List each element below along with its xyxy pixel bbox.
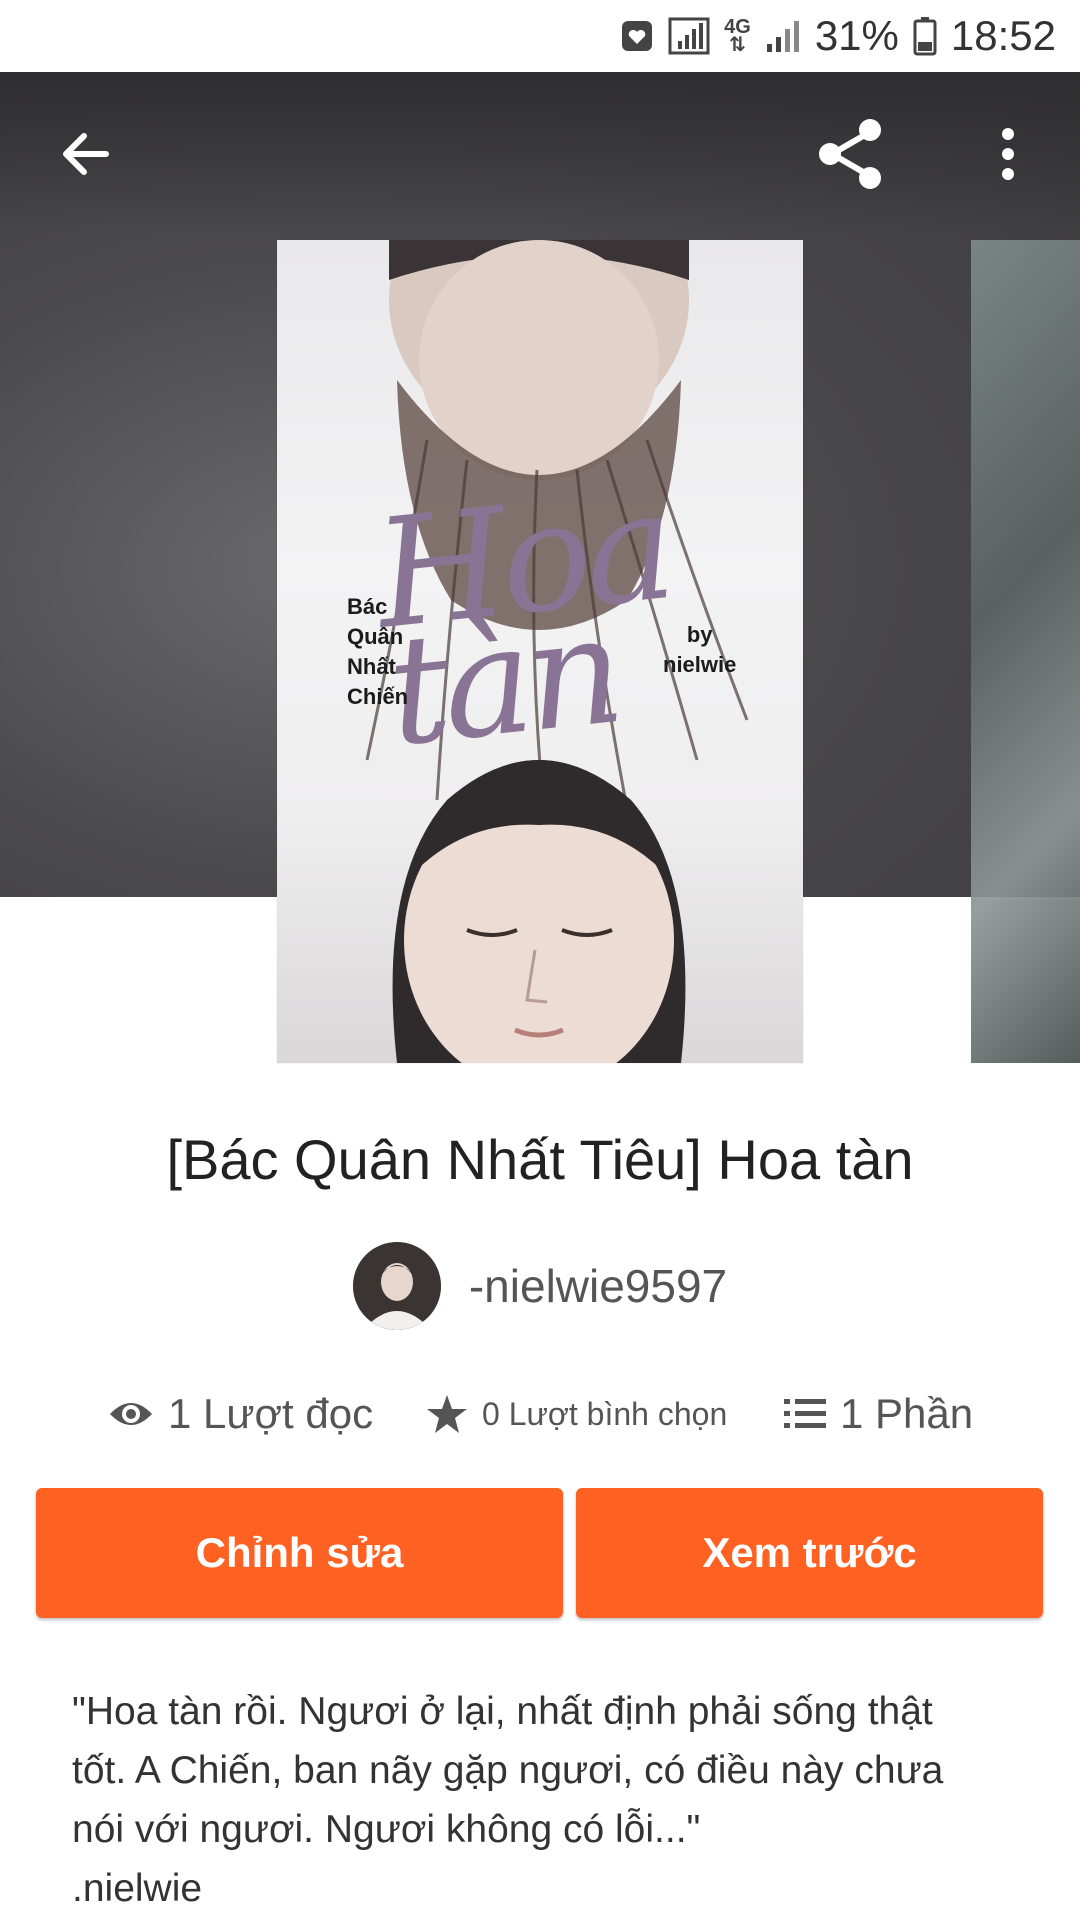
edit-button[interactable]: Chỉnh sửa	[36, 1488, 563, 1618]
notification-icon	[620, 19, 654, 53]
eye-icon	[110, 1403, 152, 1425]
network-type: 4G ⇅	[724, 16, 751, 56]
avatar[interactable]	[352, 1242, 441, 1330]
story-cover[interactable]: Hoa tàn Bác Quân Nhất Chiến by nielwie	[277, 240, 803, 1063]
battery-percent: 31%	[814, 12, 899, 59]
preview-button[interactable]: Xem trước	[576, 1488, 1043, 1618]
parts-stat: 1 Phần	[784, 1390, 973, 1438]
status-bar: 4G ⇅ 31% 18:52	[0, 0, 1080, 72]
author-row[interactable]: -nielwie9597	[0, 1242, 1080, 1330]
cover-byline: by nielwie	[663, 622, 737, 677]
story-stats: 1 Lượt đọc 0 Lượt bình chọn 1 Phần	[0, 1384, 1080, 1444]
reads-stat: 1 Lượt đọc	[108, 1390, 373, 1438]
parts-count: 1 Phần	[840, 1390, 974, 1437]
list-icon	[784, 1399, 826, 1428]
share-icon	[819, 119, 881, 189]
votes-count: 0 Lượt bình chọn	[482, 1395, 728, 1432]
arrow-left-icon	[63, 133, 109, 175]
back-button[interactable]	[36, 106, 132, 202]
star-icon	[427, 1395, 467, 1433]
story-title: [Bác Quân Nhất Tiêu] Hoa tàn	[166, 1128, 914, 1191]
cover-subtitle: Bác Quân Nhất Chiến	[347, 594, 409, 709]
battery-icon	[913, 16, 937, 56]
reads-count: 1 Lượt đọc	[168, 1390, 374, 1437]
clock: 18:52	[950, 12, 1056, 59]
signal-box-icon	[668, 15, 710, 57]
next-story-cover[interactable]	[971, 240, 1080, 1063]
author-username[interactable]: -nielwie9597	[469, 1259, 727, 1313]
cell-signal-icon	[765, 18, 801, 54]
more-vert-icon	[1002, 128, 1014, 180]
more-options-button[interactable]	[960, 106, 1056, 202]
avatar-image	[352, 1242, 441, 1330]
share-button[interactable]	[804, 106, 900, 202]
votes-stat: 0 Lượt bình chọn	[426, 1394, 727, 1434]
story-description: "Hoa tàn rồi. Ngươi ở lại, nhất định phả…	[72, 1690, 944, 1910]
cover-title-art: Hoa tàn	[367, 459, 678, 781]
